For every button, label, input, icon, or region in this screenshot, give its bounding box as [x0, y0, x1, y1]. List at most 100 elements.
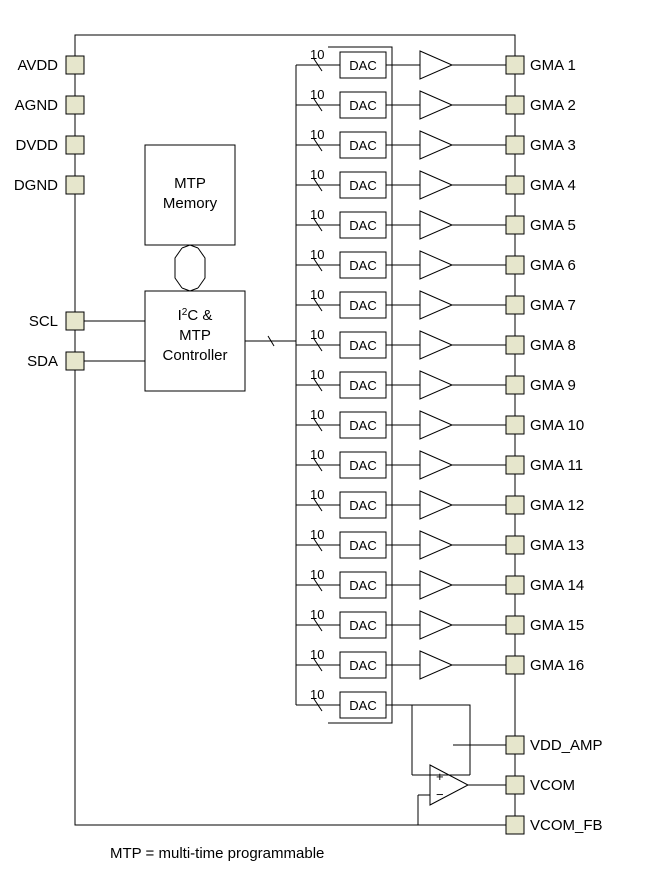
dac-channel-1: 10 DAC — [296, 47, 524, 79]
buffer-amp-1 — [420, 51, 452, 79]
pin-label-gma13: GMA 13 — [530, 537, 584, 554]
svg-text:+: + — [436, 769, 444, 784]
bus-width-label: 10 — [310, 327, 324, 342]
dac-channel-12: 10 DAC — [296, 487, 524, 519]
pin-label-gma14: GMA 14 — [530, 577, 584, 594]
pin-gma12 — [506, 496, 524, 514]
dac-channel-10: 10 DAC — [296, 407, 524, 439]
chip-outline — [75, 35, 515, 825]
bus-width-label: 10 — [310, 647, 324, 662]
pin-label-gma1: GMA 1 — [530, 57, 576, 74]
bus-width-label: 10 — [310, 407, 324, 422]
bus-width-label: 10 — [310, 567, 324, 582]
pin-gma15 — [506, 616, 524, 634]
dac-label: DAC — [349, 578, 376, 593]
pin-gma16 — [506, 656, 524, 674]
dac-channel-3: 10 DAC — [296, 127, 524, 159]
dac-label: DAC — [349, 258, 376, 273]
pin-gma3 — [506, 136, 524, 154]
dac-label: DAC — [349, 658, 376, 673]
mtp-memory-label-1: MTP — [174, 175, 206, 192]
pin-label-gma6: GMA 6 — [530, 257, 576, 274]
dac-label: DAC — [349, 298, 376, 313]
dac-channel-7: 10 DAC — [296, 287, 524, 319]
dac-channel-4: 10DAC — [296, 167, 524, 199]
pin-label-vcom_fb: VCOM_FB — [530, 817, 603, 834]
pin-label-dvdd: DVDD — [15, 137, 58, 154]
pin-avdd — [66, 56, 84, 74]
buffer-amp-2 — [420, 91, 452, 119]
pin-label-gma3: GMA 3 — [530, 137, 576, 154]
bus-width-label: 10 — [310, 127, 324, 142]
pin-gma14 — [506, 576, 524, 594]
memory-controller-link — [175, 245, 205, 291]
pin-gma1 — [506, 56, 524, 74]
bus-width-label: 10 — [310, 447, 324, 462]
buffer-amp-4 — [420, 171, 452, 199]
pin-sda — [66, 352, 84, 370]
dac-channel-11: 10 DAC — [296, 447, 524, 479]
pin-agnd — [66, 96, 84, 114]
dac-label: DAC — [349, 618, 376, 633]
pin-gma13 — [506, 536, 524, 554]
dac-label: DAC — [349, 178, 376, 193]
pin-gma5 — [506, 216, 524, 234]
pin-vdd_amp — [506, 736, 524, 754]
pin-label-gma12: GMA 12 — [530, 497, 584, 514]
dac-channel-14: 10 DAC — [296, 567, 524, 599]
pin-label-gma16: GMA 16 — [530, 657, 584, 674]
pin-label-gma10: GMA 10 — [530, 417, 584, 434]
dac-channel-5: 10DAC — [296, 207, 524, 239]
dac-channel-8: 10 DAC — [296, 327, 524, 359]
buffer-amp-3 — [420, 131, 452, 159]
pin-gma10 — [506, 416, 524, 434]
buffer-amp-13 — [420, 531, 452, 559]
pin-label-vdd_amp: VDD_AMP — [530, 737, 603, 754]
pin-dgnd — [66, 176, 84, 194]
dac-label: DAC — [349, 418, 376, 433]
mtp-memory-label-2: Memory — [163, 195, 218, 212]
bus-width-label: 10 — [310, 287, 324, 302]
vcom-amplifier: +− — [412, 705, 506, 825]
svg-text:−: − — [436, 787, 444, 802]
pin-label-gma5: GMA 5 — [530, 217, 576, 234]
buffer-amp-5 — [420, 211, 452, 239]
pin-gma9 — [506, 376, 524, 394]
pin-label-agnd: AGND — [15, 97, 59, 114]
buffer-amp-14 — [420, 571, 452, 599]
dac-label: DAC — [349, 338, 376, 353]
dac-channel-2: 10DAC — [296, 87, 524, 119]
pin-label-gma15: GMA 15 — [530, 617, 584, 634]
bus-width-label: 10 — [310, 527, 324, 542]
pin-label-gma9: GMA 9 — [530, 377, 576, 394]
pin-dvdd — [66, 136, 84, 154]
dac-label: DAC — [349, 458, 376, 473]
pin-label-gma11: GMA 11 — [530, 457, 583, 474]
buffer-amp-7 — [420, 291, 452, 319]
buffer-amp-10 — [420, 411, 452, 439]
dac-label: DAC — [349, 58, 376, 73]
pin-gma2 — [506, 96, 524, 114]
dac-label: DAC — [349, 138, 376, 153]
buffer-amp-8 — [420, 331, 452, 359]
dac-label: DAC — [349, 218, 376, 233]
footnote: MTP = multi-time programmable — [110, 845, 324, 862]
bus-width-label: 10 — [310, 487, 324, 502]
dac-label: DAC — [349, 538, 376, 553]
pin-gma6 — [506, 256, 524, 274]
dac-label: DAC — [349, 698, 376, 713]
dac-channel-17: 10DAC — [296, 687, 386, 718]
pin-label-gma7: GMA 7 — [530, 297, 576, 314]
bus-width-label: 10 — [310, 367, 324, 382]
pin-label-scl: SCL — [29, 313, 58, 330]
buffer-amp-16 — [420, 651, 452, 679]
dac-channel-9: 10 DAC — [296, 367, 524, 399]
pin-gma11 — [506, 456, 524, 474]
bus-width-label: 10 — [310, 47, 324, 62]
dac-label: DAC — [349, 498, 376, 513]
dac-label: DAC — [349, 378, 376, 393]
controller-block: I2C & MTP Controller — [145, 291, 245, 391]
dac-channel-15: 10DAC — [296, 607, 524, 639]
mtp-memory-block: MTP Memory — [145, 145, 235, 245]
dac-channel-13: 10 DAC — [296, 527, 524, 559]
